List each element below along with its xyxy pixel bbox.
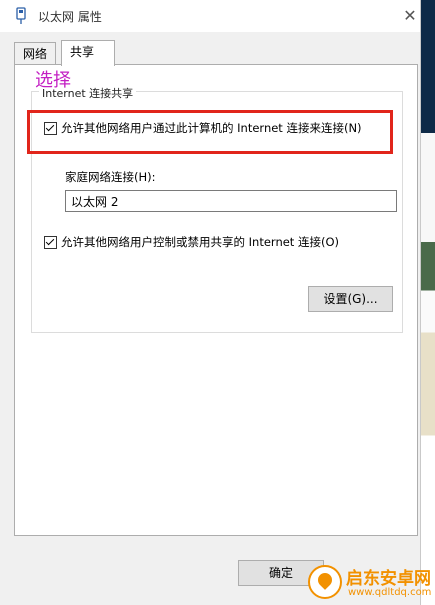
title-bar: 以太网 属性 ✕ bbox=[0, 0, 420, 32]
allow-control-label: 允许其他网络用户控制或禁用共享的 Internet 连接(O) bbox=[61, 235, 339, 249]
allow-control-checkbox[interactable] bbox=[44, 235, 57, 249]
annotation-highlight-box bbox=[27, 110, 393, 154]
watermark-name: 启东安卓网 bbox=[346, 569, 431, 589]
tab-network[interactable]: 网络 bbox=[14, 42, 57, 65]
home-network-select[interactable]: 以太网 2 bbox=[65, 190, 397, 212]
tab-sharing[interactable]: 共享 bbox=[61, 40, 115, 66]
window-title: 以太网 属性 bbox=[38, 10, 102, 24]
close-button[interactable]: ✕ bbox=[398, 4, 422, 28]
location-pin-logo-icon bbox=[308, 565, 342, 599]
allow-control-row[interactable]: 允许其他网络用户控制或禁用共享的 Internet 连接(O) bbox=[44, 234, 339, 250]
background-window-strip bbox=[421, 0, 435, 605]
settings-button[interactable]: 设置(G)... bbox=[308, 286, 393, 312]
network-adapter-icon bbox=[16, 7, 26, 24]
watermark: 启东安卓网 www.qdltdq.com bbox=[300, 560, 435, 605]
watermark-url: www.qdltdq.com bbox=[348, 587, 432, 598]
annotation-text: 选择 bbox=[35, 70, 71, 91]
close-icon: ✕ bbox=[403, 6, 417, 25]
home-network-label: 家庭网络连接(H): bbox=[65, 170, 156, 184]
